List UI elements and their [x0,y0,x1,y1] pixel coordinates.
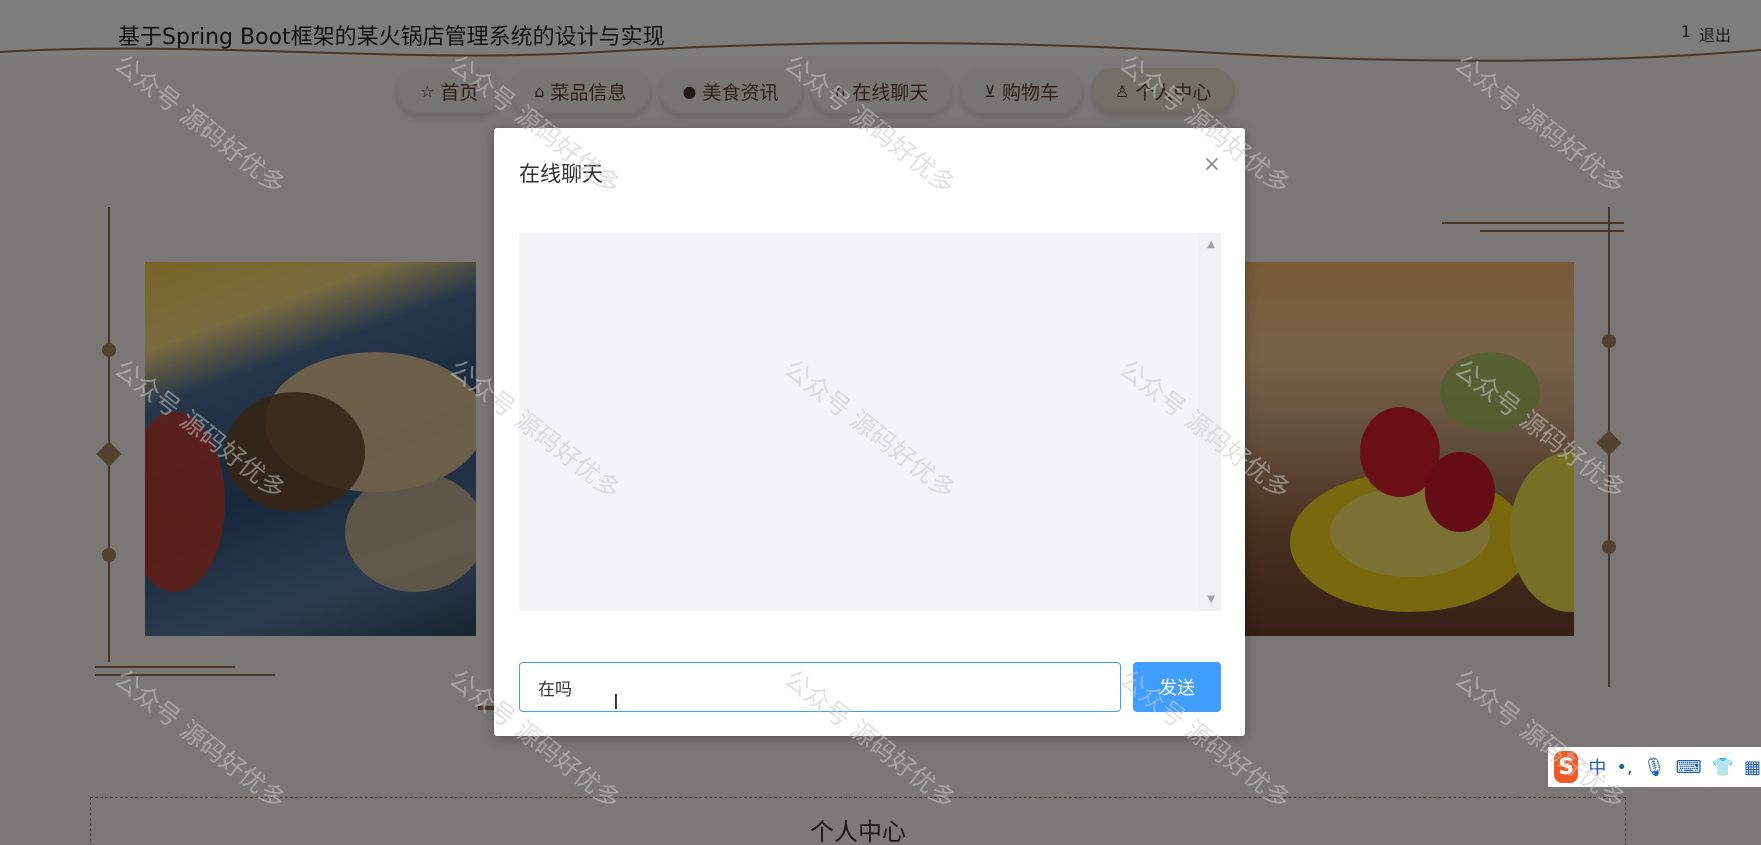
dialog-title: 在线聊天 [519,162,603,186]
chat-message-area[interactable]: ▲ ▼ [519,233,1221,611]
ime-mode-toggle[interactable]: 中 [1588,754,1606,780]
ime-punct-toggle[interactable]: •, [1616,757,1632,778]
chat-dialog: 在线聊天 × ▲ ▼ 发送 [494,128,1245,736]
send-button[interactable]: 发送 [1133,662,1221,712]
ime-logo-icon[interactable]: S [1554,751,1579,783]
scroll-down-arrow-icon[interactable]: ▼ [1207,594,1215,605]
keyboard-icon[interactable]: ⌨ [1676,757,1702,778]
chat-scrollbar[interactable]: ▲ ▼ [1199,233,1221,611]
microphone-icon[interactable]: 🎙 [1643,757,1666,778]
skin-icon[interactable]: 👕 [1712,757,1734,778]
chat-message-input[interactable] [519,662,1121,712]
close-icon[interactable]: × [1203,152,1221,177]
scroll-up-arrow-icon[interactable]: ▲ [1207,239,1215,250]
ime-toolbar: S 中 •, 🎙 ⌨ 👕 ▦ [1548,747,1761,787]
grid-menu-icon[interactable]: ▦ [1744,757,1761,778]
